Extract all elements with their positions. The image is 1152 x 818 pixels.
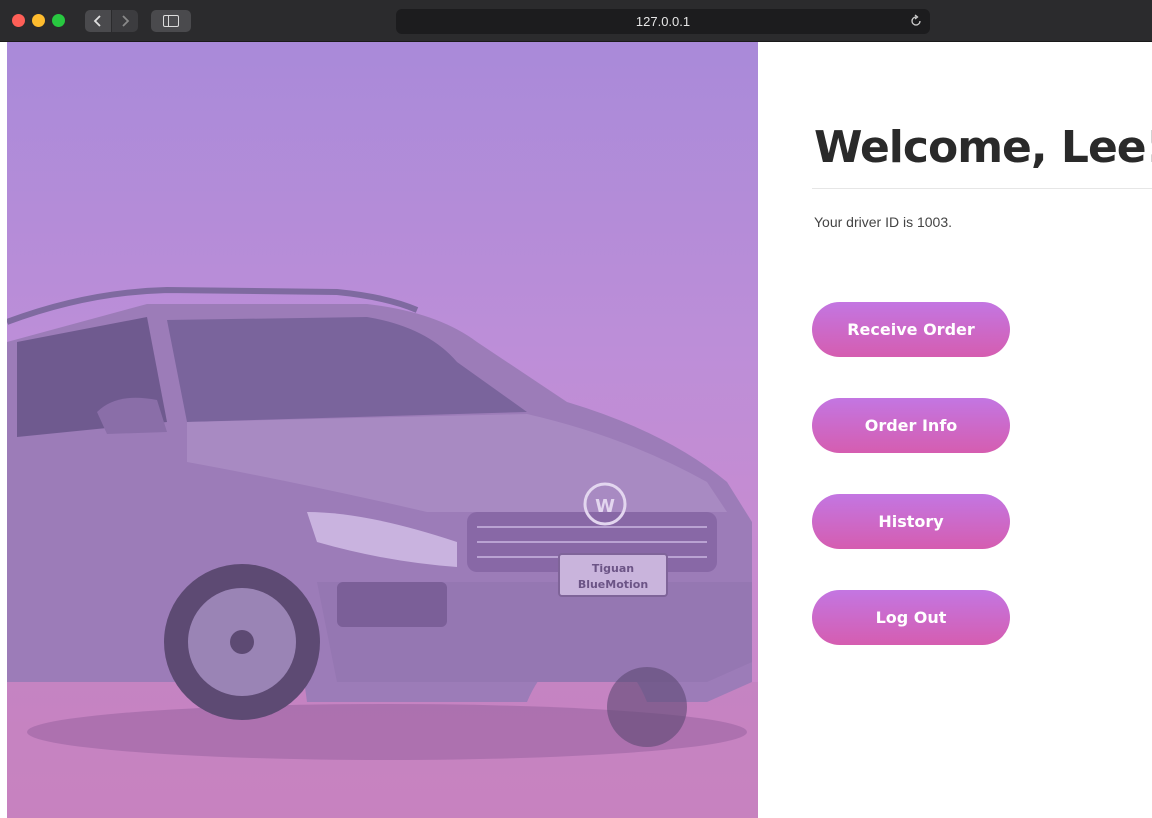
reload-icon[interactable]: [909, 14, 923, 28]
history-button[interactable]: History: [812, 494, 1010, 549]
sidebar-icon: [163, 15, 179, 27]
log-out-button[interactable]: Log Out: [812, 590, 1010, 645]
page-title: Welcome, Lee!: [814, 122, 1152, 173]
hero-car-image: W Tiguan BlueMotion: [7, 42, 758, 818]
chevron-right-icon: [122, 15, 130, 27]
plate-line-2: BlueMotion: [578, 578, 648, 591]
browser-toolbar: 127.0.0.1: [0, 0, 1152, 42]
zoom-window-button[interactable]: [52, 14, 65, 27]
car-illustration: W Tiguan BlueMotion: [7, 286, 758, 818]
divider: [812, 188, 1152, 189]
plate-line-1: Tiguan: [592, 562, 634, 575]
driver-id-text: Your driver ID is 1003.: [814, 214, 952, 230]
order-info-button[interactable]: Order Info: [812, 398, 1010, 453]
minimize-window-button[interactable]: [32, 14, 45, 27]
dashboard-panel: Welcome, Lee! Your driver ID is 1003. Re…: [758, 42, 1152, 818]
address-bar[interactable]: 127.0.0.1: [396, 9, 930, 34]
forward-button[interactable]: [112, 10, 138, 32]
sidebar-toggle-button[interactable]: [151, 10, 191, 32]
chevron-left-icon: [93, 15, 101, 27]
receive-order-button[interactable]: Receive Order: [812, 302, 1010, 357]
close-window-button[interactable]: [12, 14, 25, 27]
url-text: 127.0.0.1: [635, 14, 691, 29]
svg-text:W: W: [595, 496, 615, 517]
back-button[interactable]: [85, 10, 111, 32]
